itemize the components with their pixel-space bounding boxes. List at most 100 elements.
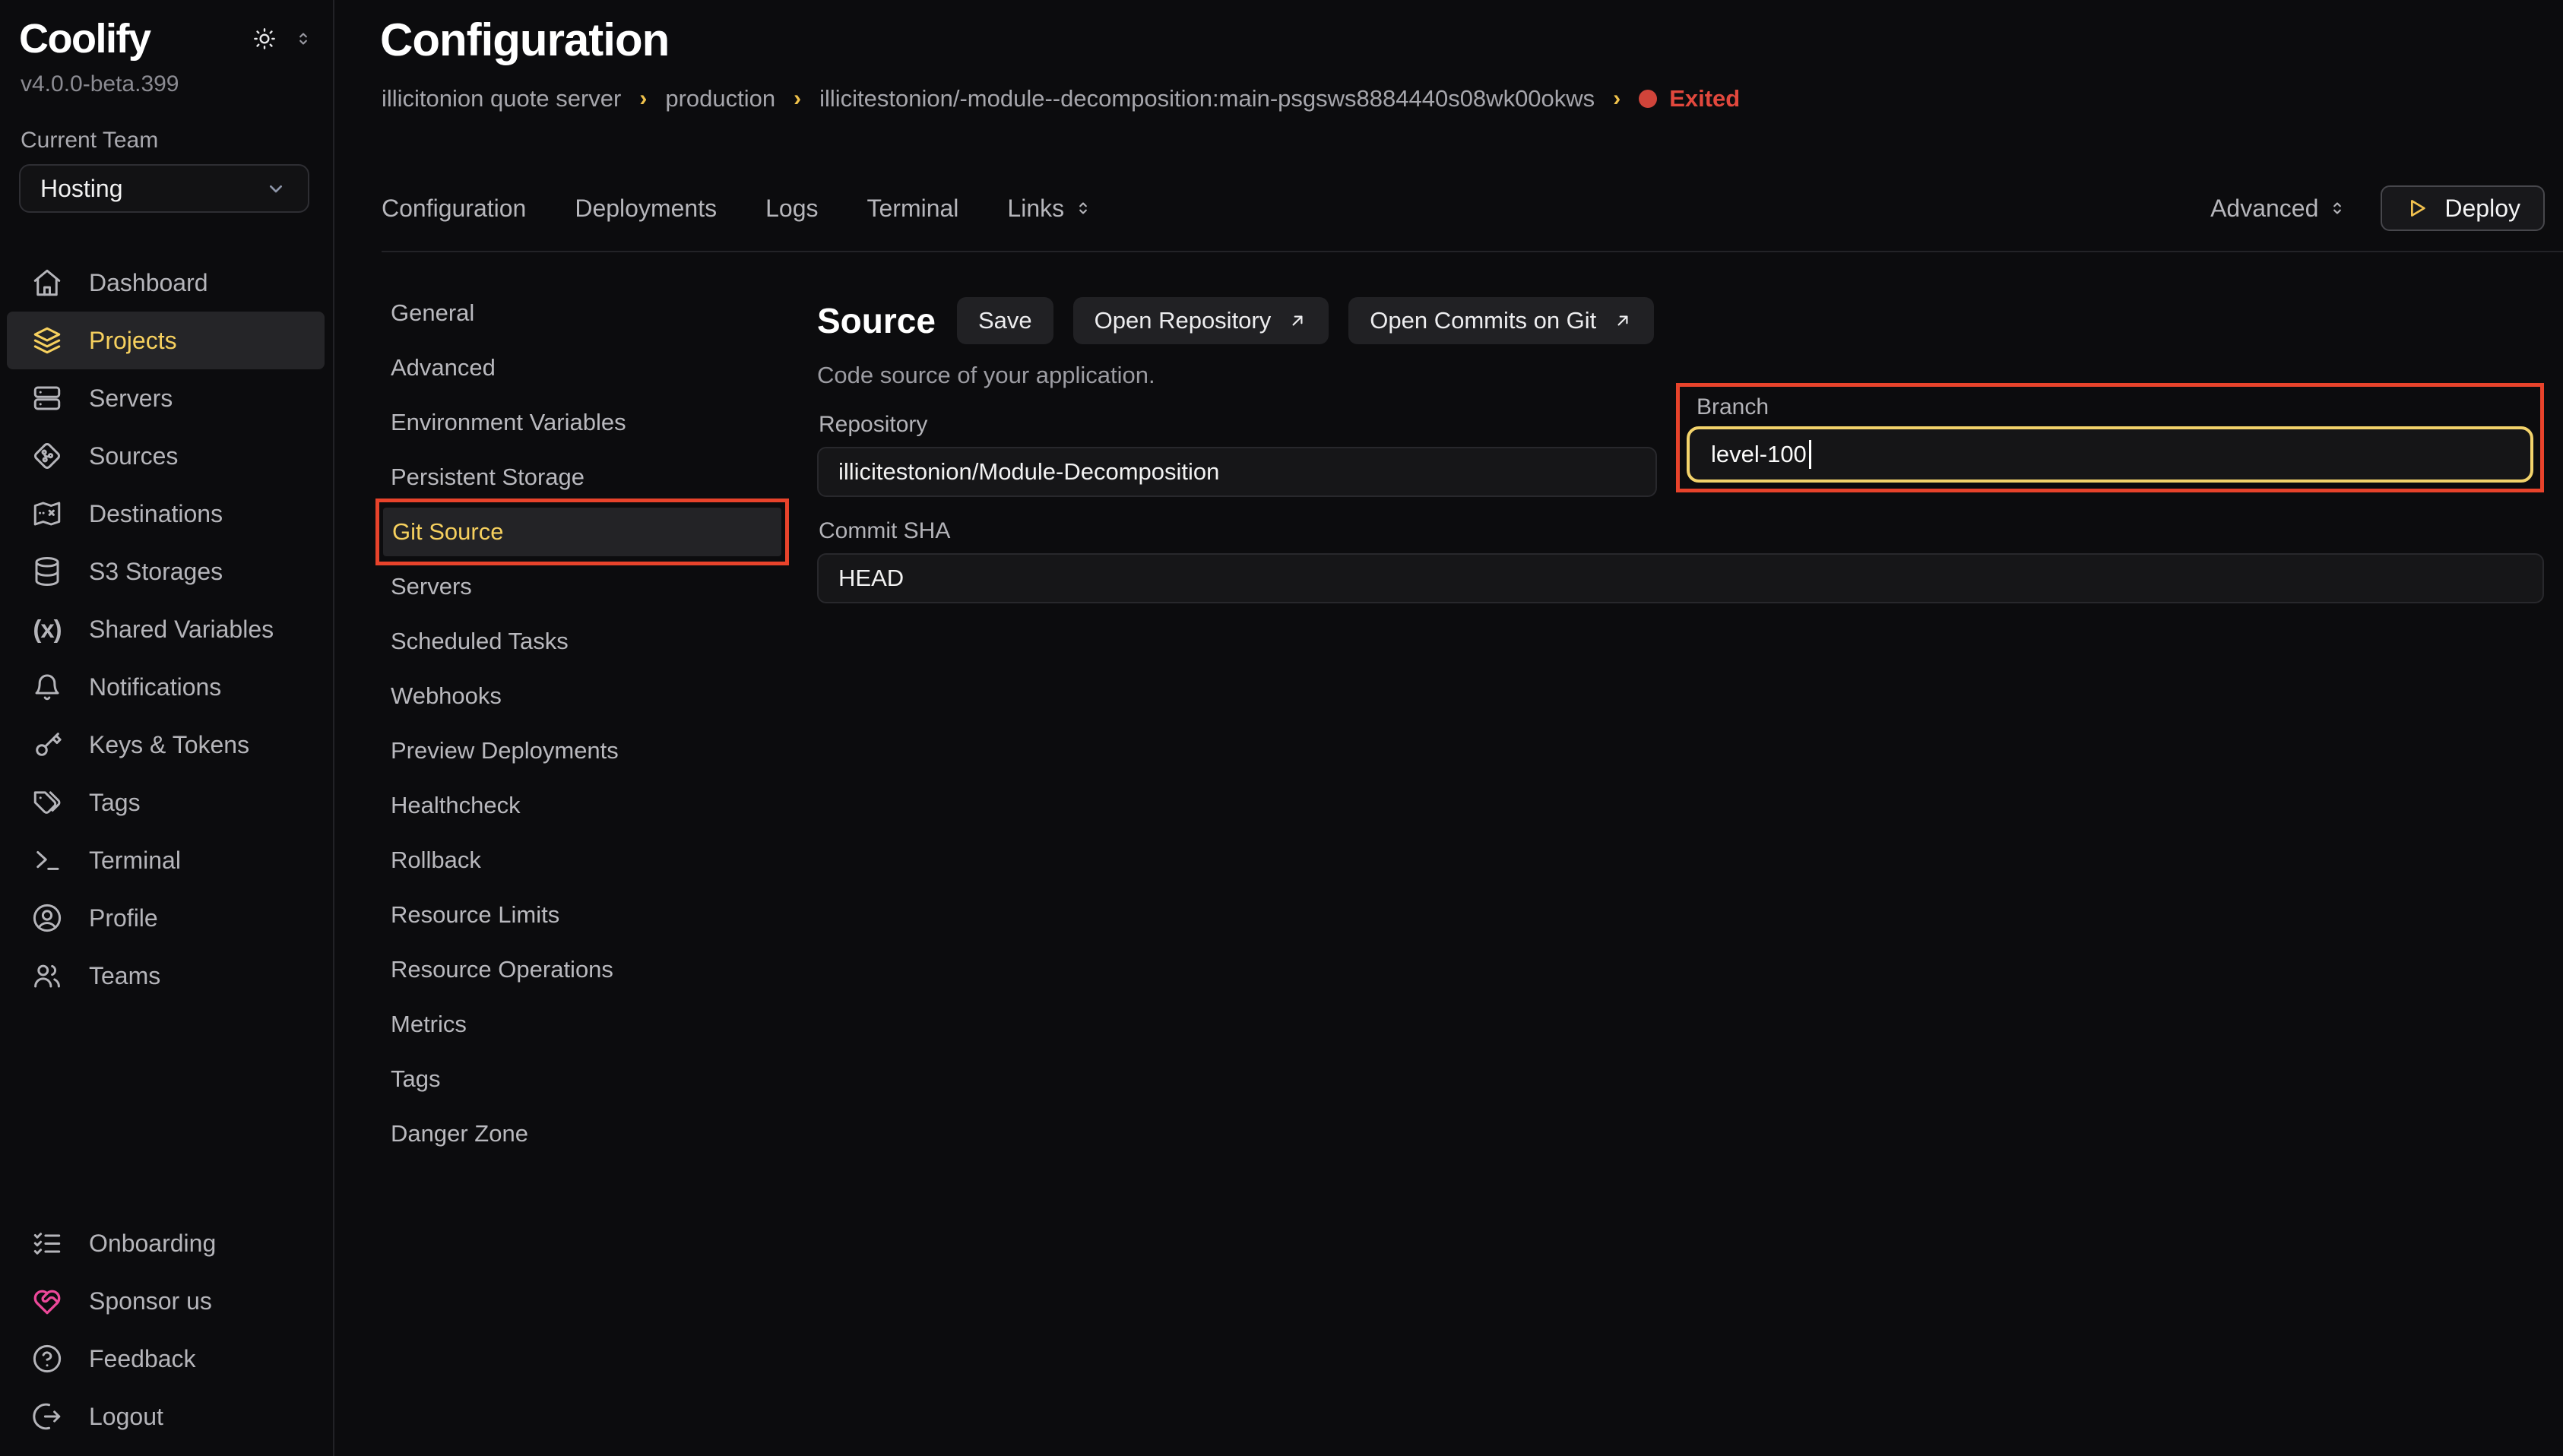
- subnav-servers[interactable]: Servers: [382, 559, 792, 614]
- sidebar-item-label: Projects: [89, 327, 177, 355]
- sidebar-item-label: Terminal: [89, 847, 181, 875]
- subnav-advanced[interactable]: Advanced: [382, 340, 792, 395]
- app-version: v4.0.0-beta.399: [21, 71, 179, 97]
- subnav-git-source[interactable]: Git Source: [383, 508, 781, 556]
- sidebar-item-label: Destinations: [89, 500, 223, 528]
- sidebar-item-label: Dashboard: [89, 269, 208, 297]
- main-area: Configuration illicitonion quote server …: [334, 0, 2563, 1456]
- status-badge: Exited: [1639, 85, 1740, 112]
- status-dot-icon: [1639, 90, 1657, 108]
- sidebar-footer: Onboarding Sponsor us Feedback Logout: [7, 1214, 325, 1445]
- sidebar-item-label: Sponsor us: [89, 1287, 212, 1315]
- tab-configuration[interactable]: Configuration: [382, 195, 526, 223]
- subnav-healthcheck[interactable]: Healthcheck: [382, 778, 792, 833]
- sidebar-item-dashboard[interactable]: Dashboard: [7, 254, 325, 312]
- home-icon: [31, 267, 63, 299]
- server-icon: [31, 382, 63, 414]
- branch-input[interactable]: level-100: [1687, 426, 2533, 483]
- tab-logs[interactable]: Logs: [765, 195, 818, 223]
- subnav-tags[interactable]: Tags: [382, 1052, 792, 1106]
- external-link-icon: [1613, 311, 1633, 331]
- map-icon: [31, 498, 63, 530]
- subnav-webhooks[interactable]: Webhooks: [382, 669, 792, 723]
- theme-toggle-sun-icon[interactable]: [252, 27, 277, 51]
- breadcrumb-resource[interactable]: illicitestonion/-module--decomposition:m…: [819, 85, 1595, 112]
- sidebar-item-label: Onboarding: [89, 1230, 216, 1258]
- sidebar-item-feedback[interactable]: Feedback: [7, 1330, 325, 1388]
- repository-input[interactable]: [817, 447, 1657, 497]
- sidebar-item-servers[interactable]: Servers: [7, 369, 325, 427]
- annotation-box-branch: Branch level-100: [1676, 383, 2544, 492]
- tab-terminal[interactable]: Terminal: [866, 195, 958, 223]
- tab-bar: Configuration Deployments Logs Terminal …: [382, 184, 2545, 233]
- sidebar-item-label: Keys & Tokens: [89, 731, 249, 759]
- sidebar-item-label: Servers: [89, 385, 173, 413]
- sidebar-item-onboarding[interactable]: Onboarding: [7, 1214, 325, 1272]
- sidebar-item-notifications[interactable]: Notifications: [7, 658, 325, 716]
- text-cursor: [1809, 440, 1811, 469]
- database-icon: [31, 555, 63, 587]
- branch-value: level-100: [1711, 441, 1807, 468]
- sidebar-item-s3-storages[interactable]: S3 Storages: [7, 543, 325, 600]
- chevrons-up-down-icon[interactable]: [293, 29, 313, 49]
- branch-label: Branch: [1697, 394, 1769, 420]
- sidebar-item-label: Logout: [89, 1403, 163, 1431]
- open-commits-button[interactable]: Open Commits on Git: [1348, 297, 1654, 344]
- sidebar-item-terminal[interactable]: Terminal: [7, 831, 325, 889]
- sidebar-item-shared-variables[interactable]: (x) Shared Variables: [7, 600, 325, 658]
- sidebar-item-logout[interactable]: Logout: [7, 1388, 325, 1445]
- config-subnav: General Advanced Environment Variables P…: [382, 286, 792, 1161]
- chevrons-up-down-icon: [2327, 198, 2347, 218]
- commit-sha-input[interactable]: [817, 553, 2544, 603]
- sidebar-item-teams[interactable]: Teams: [7, 947, 325, 1005]
- team-select[interactable]: Hosting: [19, 164, 309, 213]
- sidebar-item-sponsor-us[interactable]: Sponsor us: [7, 1272, 325, 1330]
- bell-icon: [31, 671, 63, 703]
- subnav-resource-operations[interactable]: Resource Operations: [382, 942, 792, 997]
- tab-divider: [382, 251, 2563, 252]
- sidebar-item-destinations[interactable]: Destinations: [7, 485, 325, 543]
- source-panel: Source Save Open Repository Open Commits…: [817, 286, 2552, 389]
- open-repository-button[interactable]: Open Repository: [1073, 297, 1329, 344]
- subnav-general[interactable]: General: [382, 286, 792, 340]
- app-logo: Coolify: [19, 15, 150, 62]
- sidebar-item-label: Shared Variables: [89, 616, 274, 644]
- sidebar-item-label: Tags: [89, 789, 141, 817]
- subnav-scheduled-tasks[interactable]: Scheduled Tasks: [382, 614, 792, 669]
- tab-links[interactable]: Links: [1007, 195, 1093, 223]
- subnav-preview-deployments[interactable]: Preview Deployments: [382, 723, 792, 778]
- subnav-rollback[interactable]: Rollback: [382, 833, 792, 888]
- sidebar-item-tags[interactable]: Tags: [7, 774, 325, 831]
- page-title: Configuration: [380, 14, 669, 66]
- sidebar-item-keys-tokens[interactable]: Keys & Tokens: [7, 716, 325, 774]
- repository-label: Repository: [819, 412, 927, 438]
- sidebar-item-sources[interactable]: Sources: [7, 427, 325, 485]
- breadcrumb-separator: ›: [1613, 86, 1620, 112]
- variables-icon: (x): [31, 615, 63, 644]
- sidebar-item-label: Profile: [89, 904, 158, 932]
- subnav-danger-zone[interactable]: Danger Zone: [382, 1106, 792, 1161]
- deploy-button[interactable]: Deploy: [2381, 185, 2545, 231]
- subnav-persistent-storage[interactable]: Persistent Storage: [382, 450, 792, 505]
- sidebar-item-label: Notifications: [89, 673, 221, 701]
- sidebar-item-label: S3 Storages: [89, 558, 223, 586]
- sidebar-item-label: Teams: [89, 962, 160, 990]
- tags-icon: [31, 787, 63, 818]
- advanced-menu[interactable]: Advanced: [2210, 195, 2347, 223]
- save-button[interactable]: Save: [957, 297, 1053, 344]
- play-icon: [2405, 196, 2429, 220]
- sidebar: Coolify v4.0.0-beta.399 Current Team Hos…: [0, 0, 334, 1456]
- sidebar-item-profile[interactable]: Profile: [7, 889, 325, 947]
- tab-deployments[interactable]: Deployments: [575, 195, 717, 223]
- subnav-environment-variables[interactable]: Environment Variables: [382, 395, 792, 450]
- git-source-icon: [31, 440, 63, 472]
- sidebar-item-label: Sources: [89, 442, 178, 470]
- sidebar-item-projects[interactable]: Projects: [7, 312, 325, 369]
- breadcrumb-project[interactable]: illicitonion quote server: [382, 85, 621, 112]
- subnav-metrics[interactable]: Metrics: [382, 997, 792, 1052]
- help-circle-icon: [31, 1343, 63, 1375]
- breadcrumb-separator: ›: [794, 86, 801, 112]
- layers-icon: [31, 324, 63, 356]
- subnav-resource-limits[interactable]: Resource Limits: [382, 888, 792, 942]
- breadcrumb-environment[interactable]: production: [665, 85, 775, 112]
